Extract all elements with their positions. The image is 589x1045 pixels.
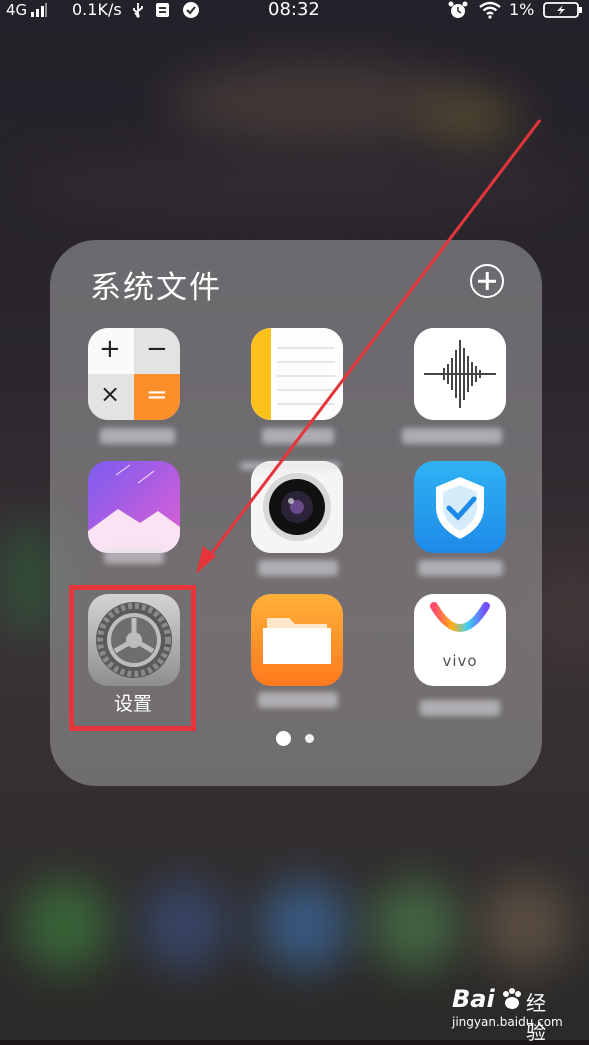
paw-icon bbox=[500, 987, 524, 1015]
watermark-brand: Bai bbox=[452, 985, 495, 1013]
annotation-arrow bbox=[196, 119, 542, 574]
watermark-url: jingyan.baidu.com bbox=[452, 1015, 563, 1029]
